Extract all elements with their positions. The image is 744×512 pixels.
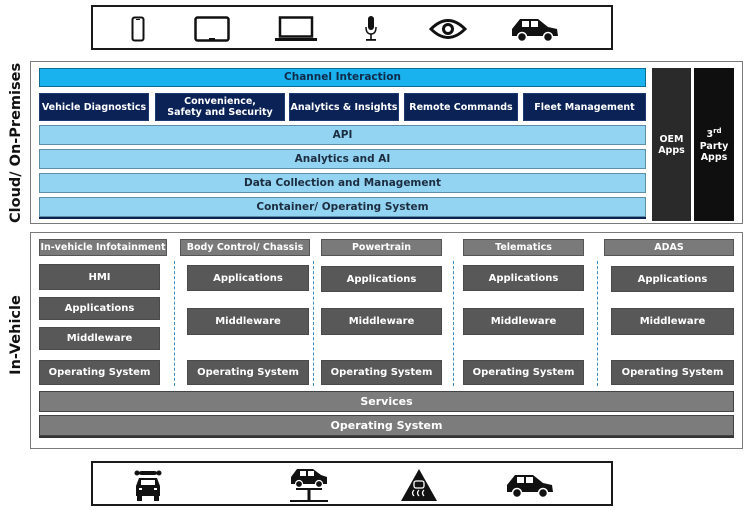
eye-icon (429, 19, 467, 39)
body-control-middleware: Middleware (187, 308, 309, 335)
slippery-road-icon (401, 469, 437, 501)
adas-middleware: Middleware (611, 308, 734, 335)
service-label: Remote Commands (409, 101, 513, 113)
body-control-os: Operating System (187, 360, 309, 385)
third-party-apps-line3: Apps (700, 151, 728, 163)
car-lift-icon (290, 469, 328, 502)
service-convenience-safety-security: Convenience, Safety and Security (155, 93, 285, 121)
layer-container-os: Container/ Operating System (39, 197, 646, 217)
domain-header-infotainment: In-vehicle Infotainment (39, 239, 167, 256)
vehicle-services-layer: Services (39, 391, 734, 412)
domain-header-powertrain: Powertrain (321, 239, 442, 256)
infotainment-middleware: Middleware (39, 327, 160, 350)
car-icon (512, 19, 558, 43)
infotainment-os: Operating System (39, 360, 160, 385)
service-label: Fleet Management (534, 101, 635, 113)
device-icon-bar (91, 5, 613, 50)
infotainment-applications: Applications (39, 297, 160, 320)
domain-separator (174, 261, 175, 386)
layer-analytics-ai: Analytics and AI (39, 149, 646, 169)
body-control-applications: Applications (187, 265, 309, 291)
cloud-side-label: Cloud/ On-Premises (8, 62, 24, 223)
service-label-line1: Convenience, (184, 96, 256, 107)
domain-header-adas: ADAS (604, 239, 734, 256)
domain-header-body-control: Body Control/ Chassis (180, 239, 310, 256)
adas-os: Operating System (611, 360, 734, 385)
microphone-icon (365, 16, 377, 41)
service-label: Analytics & Insights (290, 101, 398, 113)
vehicle-os-layer: Operating System (39, 415, 734, 436)
service-analytics-insights: Analytics & Insights (289, 93, 399, 121)
oem-apps-column: OEM Apps (652, 68, 691, 221)
vehicle-side-label: In-Vehicle (8, 295, 24, 375)
powertrain-middleware: Middleware (321, 308, 442, 335)
adas-applications: Applications (611, 266, 734, 292)
powertrain-os: Operating System (321, 360, 442, 385)
service-vehicle-diagnostics: Vehicle Diagnostics (39, 93, 149, 121)
oem-apps-line1: OEM (659, 133, 684, 145)
smartphone-icon (131, 16, 145, 42)
laptop-icon (275, 16, 317, 41)
third-party-apps-line2: Party (699, 140, 729, 152)
domain-separator (313, 261, 314, 386)
third-party-apps-line1: 3rd (706, 127, 722, 141)
service-label-line2: Safety and Security (167, 107, 273, 118)
telematics-middleware: Middleware (463, 308, 584, 335)
oem-apps-line2: Apps (658, 144, 685, 156)
car-icon (507, 475, 553, 499)
infotainment-hmi: HMI (39, 264, 160, 290)
telematics-applications: Applications (463, 265, 584, 291)
tablet-icon (194, 16, 230, 42)
domain-header-telematics: Telematics (463, 239, 584, 256)
domain-separator (597, 261, 598, 386)
service-remote-commands: Remote Commands (404, 93, 518, 121)
car-repair-icon (134, 470, 162, 501)
service-fleet-management: Fleet Management (523, 93, 646, 121)
powertrain-applications: Applications (321, 266, 442, 292)
vehicle-services-icon-bar (91, 461, 613, 506)
third-party-apps-column: 3rd Party Apps (694, 68, 734, 221)
service-label: Vehicle Diagnostics (41, 101, 147, 113)
domain-separator (453, 261, 454, 386)
channel-interaction-bar: Channel Interaction (39, 68, 646, 87)
layer-data-collection: Data Collection and Management (39, 173, 646, 193)
telematics-os: Operating System (463, 360, 584, 385)
layer-api: API (39, 125, 646, 145)
